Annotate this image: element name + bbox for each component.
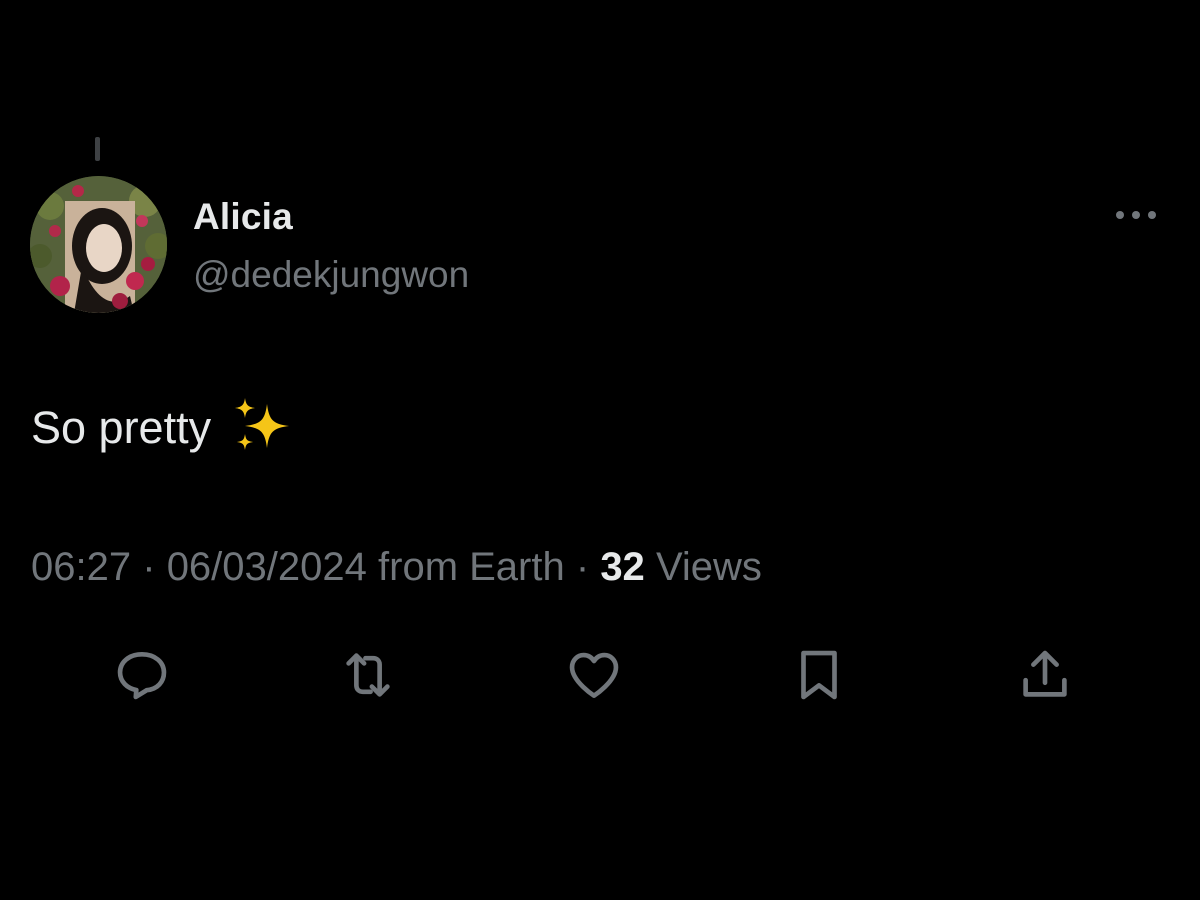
author-display-name[interactable]: Alicia [193,196,293,238]
header-band [0,0,1200,120]
reply-icon [117,652,167,700]
tweet-date[interactable]: 06/03/2024 [167,545,367,589]
share-button[interactable] [1010,640,1080,710]
avatar-image [30,176,167,313]
thread-connector-line [95,137,100,161]
meta-separator: · [142,545,156,589]
share-icon [1023,650,1067,697]
tweet-source: from Earth [378,545,565,589]
tweet-time[interactable]: 06:27 [31,545,131,589]
sparkles-icon [233,396,293,456]
tweet-actions-bar [0,640,1200,710]
more-options-button[interactable] [1108,200,1164,230]
bookmark-icon [801,650,837,700]
views-label: Views [655,545,762,589]
tweet-meta: 06:27 · 06/03/2024 from Earth · 32 Views [31,545,762,590]
avatar[interactable] [30,176,167,313]
bookmark-button[interactable] [784,640,854,710]
retweet-icon [346,653,390,697]
author-handle[interactable]: @dedekjungwon [193,254,469,296]
like-button[interactable] [559,640,629,710]
more-dots-icon [1116,211,1156,219]
tweet-text-content: So pretty [31,402,212,453]
tweet-text: So pretty [31,398,293,458]
heart-icon [569,652,619,698]
meta-separator: · [575,545,590,589]
reply-button[interactable] [107,640,177,710]
views-count: 32 [600,545,645,589]
retweet-button[interactable] [333,640,403,710]
